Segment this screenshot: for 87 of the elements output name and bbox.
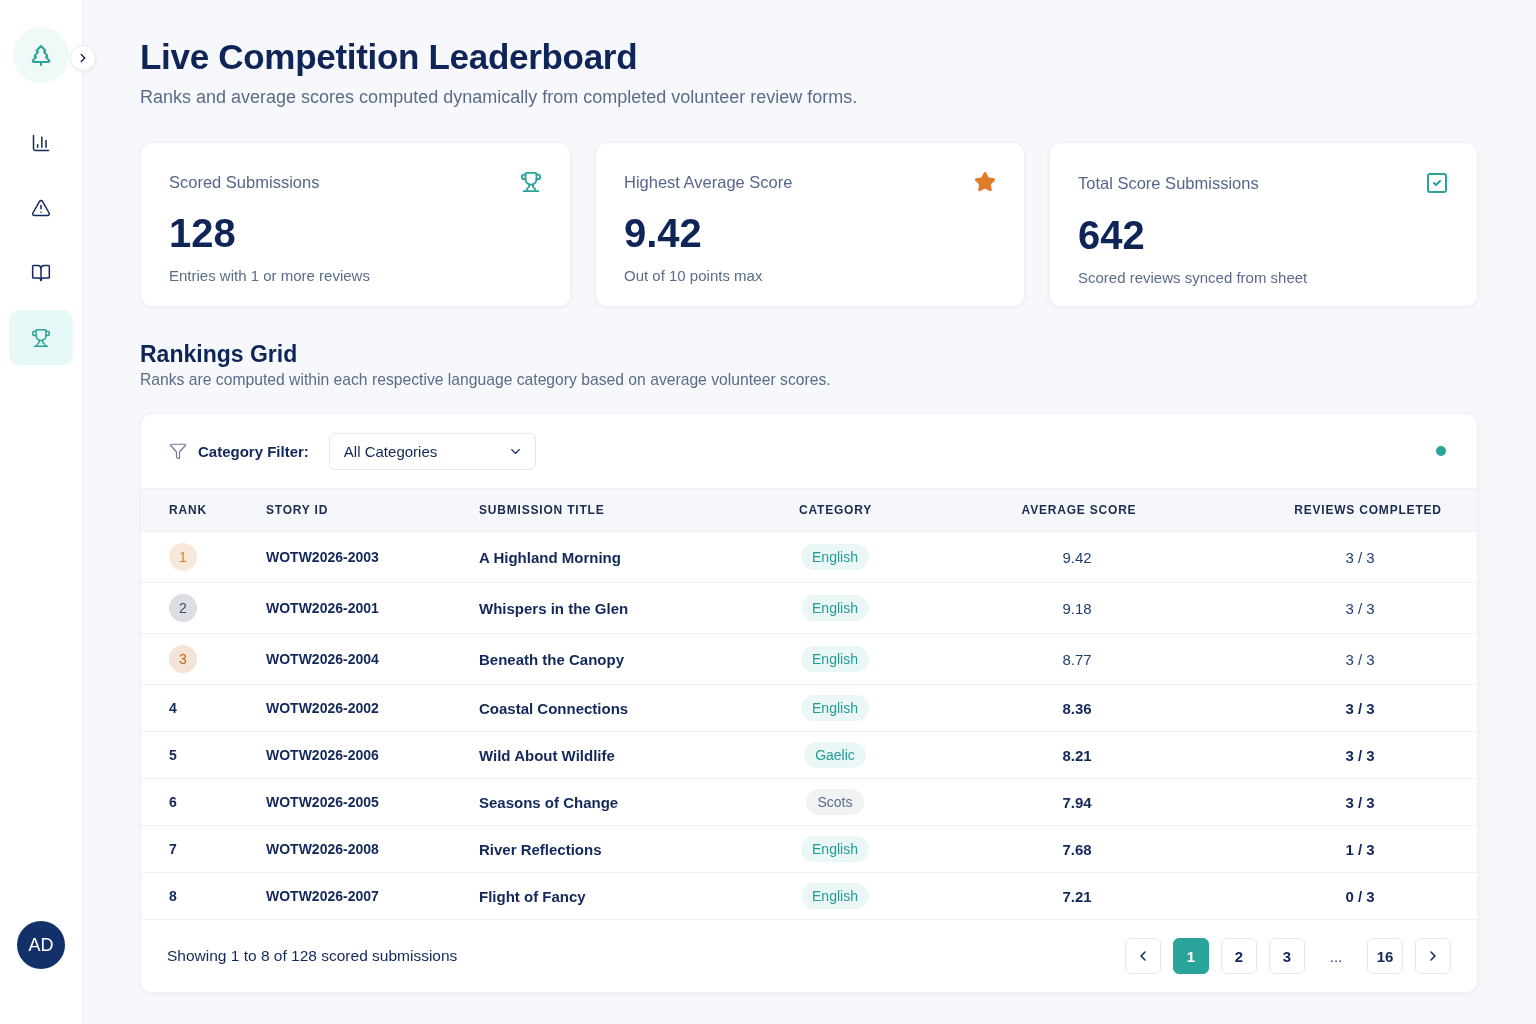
stat-label: Total Score Submissions (1078, 173, 1259, 193)
stat-caption: Out of 10 points max (624, 266, 764, 286)
category-tag: English (801, 646, 869, 672)
reviews-cell: 3 / 3 (1345, 548, 1375, 566)
reviews-cell: 3 / 3 (1345, 650, 1375, 668)
score-cell: 7.21 (1062, 887, 1092, 905)
rank-text: 7 (169, 841, 177, 857)
open-book-icon (31, 262, 51, 283)
page-title: Live Competition Leaderboard (140, 36, 639, 78)
bar-chart-icon (31, 132, 51, 153)
column-header: SUBMISSION TITLE (479, 503, 605, 517)
stat-caption: Scored reviews synced from sheet (1078, 268, 1309, 288)
trophy-icon (31, 327, 51, 348)
title-cell: Wild About Wildlife (479, 746, 615, 764)
rank-badge: 3 (169, 645, 197, 673)
star-icon (974, 171, 996, 193)
score-cell: 8.21 (1062, 746, 1092, 764)
page-button[interactable]: 3 (1269, 938, 1305, 974)
reviews-cell: 3 / 3 (1345, 599, 1375, 617)
reviews-cell: 3 / 3 (1345, 746, 1375, 764)
expand-button[interactable] (70, 45, 96, 71)
story-id-cell: WOTW2026-2001 (266, 600, 379, 616)
title-cell: Whispers in the Glen (479, 599, 629, 617)
story-id-cell: WOTW2026-2002 (266, 700, 379, 716)
title-cell: A Highland Morning (479, 548, 621, 566)
stat-value: 642 (1078, 212, 1146, 259)
stat-value: 128 (169, 210, 237, 257)
title-cell: River Reflections (479, 840, 602, 858)
column-header: REVIEWS COMPLETED (1294, 503, 1442, 517)
page-subtitle: Ranks and average scores computed dynamically from completed volunteer review forms. (140, 86, 859, 109)
rank-badge: 1 (169, 543, 197, 571)
trophy-icon (520, 171, 542, 193)
category-tag: English (801, 544, 869, 570)
filter-label: Category Filter: (198, 442, 309, 460)
rank-text: 6 (169, 794, 177, 810)
score-cell: 8.77 (1062, 650, 1092, 668)
previous-page-button[interactable] (1125, 938, 1161, 974)
stat-value: 9.42 (624, 210, 703, 257)
story-id-cell: WOTW2026-2008 (266, 841, 379, 857)
score-cell: 9.18 (1062, 599, 1092, 617)
filter-icon (169, 442, 187, 460)
score-cell: 9.42 (1062, 548, 1092, 566)
title-cell: Coastal Connections (479, 699, 629, 717)
column-header: AVERAGE SCORE (1021, 503, 1137, 517)
next-page-button[interactable] (1415, 938, 1451, 974)
category-tag: English (801, 883, 869, 909)
reviews-cell: 3 / 3 (1345, 793, 1375, 811)
warning-icon (31, 197, 51, 218)
category-tag: English (801, 595, 869, 621)
column-header: STORY ID (266, 503, 329, 517)
story-id-cell: WOTW2026-2006 (266, 747, 379, 763)
column-header: RANK (169, 503, 207, 517)
stat-caption: Entries with 1 or more reviews (169, 266, 371, 286)
section-subtitle: Ranks are computed within each respective language category based on average volunteer scores. (140, 370, 832, 390)
score-cell: 8.36 (1062, 699, 1092, 717)
story-id-cell: WOTW2026-2004 (266, 651, 379, 667)
rank-badge: 2 (169, 594, 197, 622)
tree-icon (29, 43, 53, 67)
category-tag: Scots (806, 789, 864, 815)
results-summary: Showing 1 to 8 of 128 scored submissions (167, 947, 458, 965)
category-tag: English (801, 695, 869, 721)
rank-text: 5 (169, 747, 177, 763)
rank-text: 4 (169, 700, 177, 716)
story-id-cell: WOTW2026-2003 (266, 549, 379, 565)
rank-text: 8 (169, 888, 177, 904)
title-cell: Seasons of Change (479, 793, 619, 811)
stat-label: Scored Submissions (169, 172, 320, 192)
reviews-cell: 3 / 3 (1345, 699, 1375, 717)
page-button[interactable]: 2 (1221, 938, 1257, 974)
category-tag: Gaelic (804, 742, 866, 768)
pagination-ellipsis: ... (1328, 947, 1344, 965)
score-cell: 7.94 (1062, 793, 1092, 811)
story-id-cell: WOTW2026-2007 (266, 888, 379, 904)
story-id-cell: WOTW2026-2005 (266, 794, 379, 810)
reviews-cell: 0 / 3 (1345, 887, 1375, 905)
title-cell: Flight of Fancy (479, 887, 586, 905)
user-avatar[interactable]: AD (17, 921, 65, 969)
column-header: CATEGORY (799, 503, 873, 517)
stat-label: Highest Average Score (624, 172, 793, 192)
category-tag: English (801, 836, 869, 862)
title-cell: Beneath the Canopy (479, 650, 625, 668)
checkbox-icon (1425, 171, 1449, 195)
section-title: Rankings Grid (140, 340, 299, 368)
reviews-cell: 1 / 3 (1345, 840, 1375, 858)
score-cell: 7.68 (1062, 840, 1092, 858)
page-button[interactable]: 16 (1367, 938, 1403, 974)
category-select[interactable]: All Categories (328, 432, 536, 470)
